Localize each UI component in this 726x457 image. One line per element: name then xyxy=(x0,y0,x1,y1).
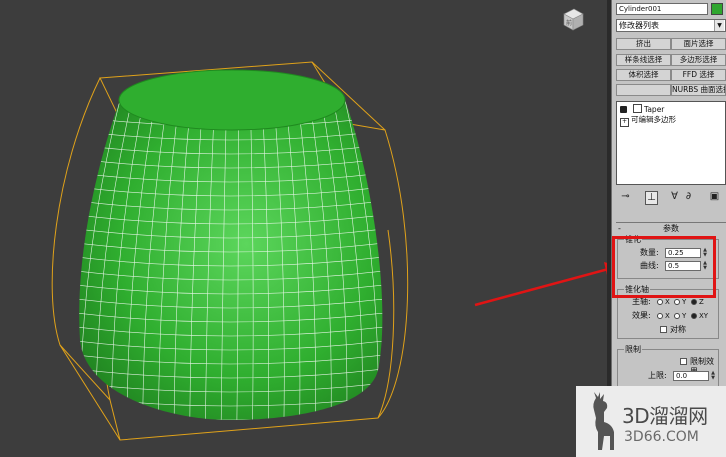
limit-group-title: 限制 xyxy=(624,345,642,354)
cube-icon: 前 xyxy=(563,8,584,31)
parameters-rollout-title[interactable]: - 参数 xyxy=(616,222,726,233)
stack-label: 可编辑多边形 xyxy=(631,115,676,124)
vol-select-button[interactable]: 体积选择 xyxy=(616,69,671,81)
effect-label: 效果: xyxy=(632,311,651,320)
annotation-arrow xyxy=(474,262,611,307)
configure-sets-icon[interactable]: ▣ xyxy=(709,191,720,203)
primary-x-radio[interactable] xyxy=(657,299,663,305)
svg-text:前: 前 xyxy=(566,19,572,27)
bulb-icon[interactable] xyxy=(620,106,627,113)
primary-axis-label: 主轴: xyxy=(632,297,651,306)
limit-effect-checkbox[interactable] xyxy=(680,358,687,365)
empty-button[interactable] xyxy=(616,84,671,96)
primary-y-label: Y xyxy=(682,298,687,306)
scene-canvas[interactable] xyxy=(0,0,611,457)
stack-item-taper[interactable]: Taper xyxy=(617,104,725,114)
upper-limit-field[interactable]: 0.0 xyxy=(673,371,709,381)
object-name-field[interactable]: Cylinder001 xyxy=(616,3,708,15)
tapered-cylinder[interactable] xyxy=(60,69,400,425)
upper-limit-label: 上限: xyxy=(648,371,667,380)
watermark: 3D溜溜网 3D66.COM xyxy=(576,386,726,457)
deer-logo-icon xyxy=(593,392,614,450)
symmetry-label: 对称 xyxy=(670,325,686,334)
limit-group: 限制 限制效果 上限: 0.0 ▲▼ xyxy=(617,345,719,387)
stack-label: Taper xyxy=(644,105,665,114)
toggle-icon[interactable] xyxy=(633,104,642,113)
watermark-brand: 3D溜溜网 xyxy=(622,404,708,428)
modifier-list-label: 修改器列表 xyxy=(619,21,659,30)
effect-x-radio[interactable] xyxy=(657,313,663,319)
nurbs-select-button[interactable]: NURBS 曲面选择 xyxy=(671,84,726,96)
collapse-icon[interactable]: - xyxy=(618,223,621,234)
watermark-url: 3D66.COM xyxy=(624,429,699,445)
modifier-list-dropdown[interactable]: 修改器列表 ▼ xyxy=(616,19,726,32)
make-unique-icon[interactable]: ∀ xyxy=(669,191,680,203)
primary-z-radio[interactable] xyxy=(691,299,697,305)
primary-x-label: X xyxy=(665,298,670,306)
annotation-highlight-box xyxy=(612,236,716,298)
effect-xy-label: XY xyxy=(699,312,709,320)
modifier-stack[interactable]: Taper + 可编辑多边形 xyxy=(616,101,726,185)
effect-xy-radio[interactable] xyxy=(691,313,697,319)
stack-item-editable-poly[interactable]: + 可编辑多边形 xyxy=(617,115,725,127)
viewcube[interactable]: 前 xyxy=(560,6,586,32)
extrude-button[interactable]: 挤出 xyxy=(616,38,671,50)
pin-stack-icon[interactable]: ⊸ xyxy=(620,191,631,203)
expand-icon[interactable]: + xyxy=(620,118,629,127)
chevron-down-icon[interactable]: ▼ xyxy=(714,20,724,31)
primary-z-label: Z xyxy=(699,298,704,306)
ffd-select-button[interactable]: FFD 选择 xyxy=(671,69,726,81)
spline-select-button[interactable]: 样条线选择 xyxy=(616,54,671,66)
show-end-result-icon[interactable]: ⊥ xyxy=(645,191,658,205)
primary-y-radio[interactable] xyxy=(674,299,680,305)
patch-select-button[interactable]: 面片选择 xyxy=(671,38,726,50)
effect-x-label: X xyxy=(665,312,670,320)
object-color-swatch[interactable] xyxy=(711,3,723,15)
poly-select-button[interactable]: 多边形选择 xyxy=(671,54,726,66)
upper-limit-spinner[interactable]: ▲ ▼ xyxy=(710,371,716,381)
viewport-perspective[interactable]: 前 xyxy=(0,0,611,457)
symmetry-checkbox[interactable] xyxy=(660,326,667,333)
remove-modifier-icon[interactable]: ∂ xyxy=(683,191,694,203)
rollout-label: 参数 xyxy=(663,224,679,233)
effect-y-radio[interactable] xyxy=(674,313,680,319)
effect-y-label: Y xyxy=(682,312,687,320)
